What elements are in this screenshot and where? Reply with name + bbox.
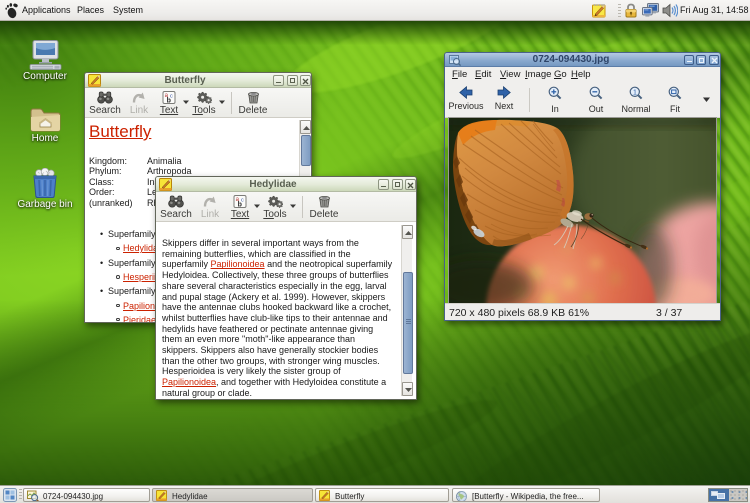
svg-text:1: 1 — [633, 89, 637, 96]
svg-text:b: b — [167, 97, 171, 104]
svg-text:b: b — [238, 201, 242, 208]
